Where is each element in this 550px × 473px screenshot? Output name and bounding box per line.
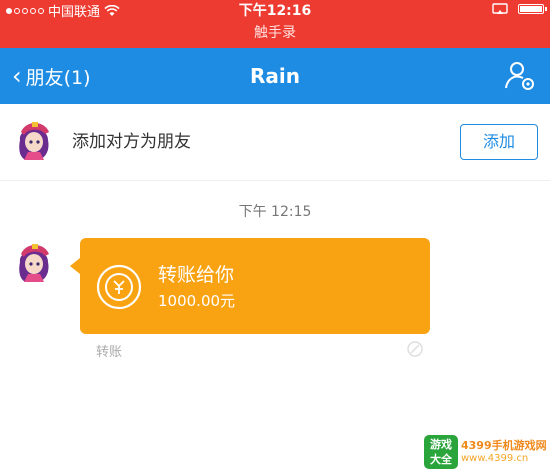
- sender-avatar[interactable]: [12, 240, 56, 284]
- back-label: 朋友(1): [25, 66, 91, 89]
- watermark-logo: 游戏 大全: [424, 435, 458, 469]
- back-button[interactable]: ‹ 朋友(1): [12, 48, 91, 104]
- watermark-site-name: 4399手机游戏网: [461, 439, 547, 452]
- watermark-text: 4399手机游戏网 www.4399.cn: [461, 439, 547, 465]
- add-friend-bar: 添加对方为朋友 添加: [0, 104, 550, 181]
- transfer-message-bubble[interactable]: 转账给你 1000.00元: [70, 238, 430, 334]
- recording-label: 触手录: [254, 25, 296, 41]
- contact-profile-icon[interactable]: [504, 60, 536, 92]
- avatar: [12, 118, 56, 162]
- transfer-amount: 1000.00元: [158, 292, 236, 310]
- transfer-coin-icon: [96, 264, 142, 310]
- status-time: 下午12:16: [238, 3, 312, 19]
- watermark: 游戏 大全 4399手机游戏网 www.4399.cn: [424, 431, 550, 473]
- status-bar: 中国联通 下午12:16 触手录: [0, 0, 550, 48]
- screen-mirroring-icon: [492, 3, 508, 14]
- watermark-url: www.4399.cn: [461, 453, 529, 464]
- battery-icon: [518, 4, 547, 14]
- add-friend-prompt: 添加对方为朋友: [72, 132, 191, 152]
- status-right: [492, 3, 547, 15]
- watermark-logo-bottom: 大全: [430, 453, 452, 466]
- watermark-logo-top: 游戏: [430, 438, 452, 451]
- message-timestamp: 下午 12:15: [238, 204, 312, 220]
- transfer-title: 转账给你: [158, 264, 235, 286]
- add-friend-button[interactable]: 添加: [460, 124, 538, 160]
- transfer-footer-label: 转账: [96, 345, 123, 360]
- navigation-bar: ‹ 朋友(1) Rain: [0, 48, 550, 104]
- wallet-icon: [407, 341, 423, 357]
- chevron-left-icon: ‹: [12, 62, 22, 90]
